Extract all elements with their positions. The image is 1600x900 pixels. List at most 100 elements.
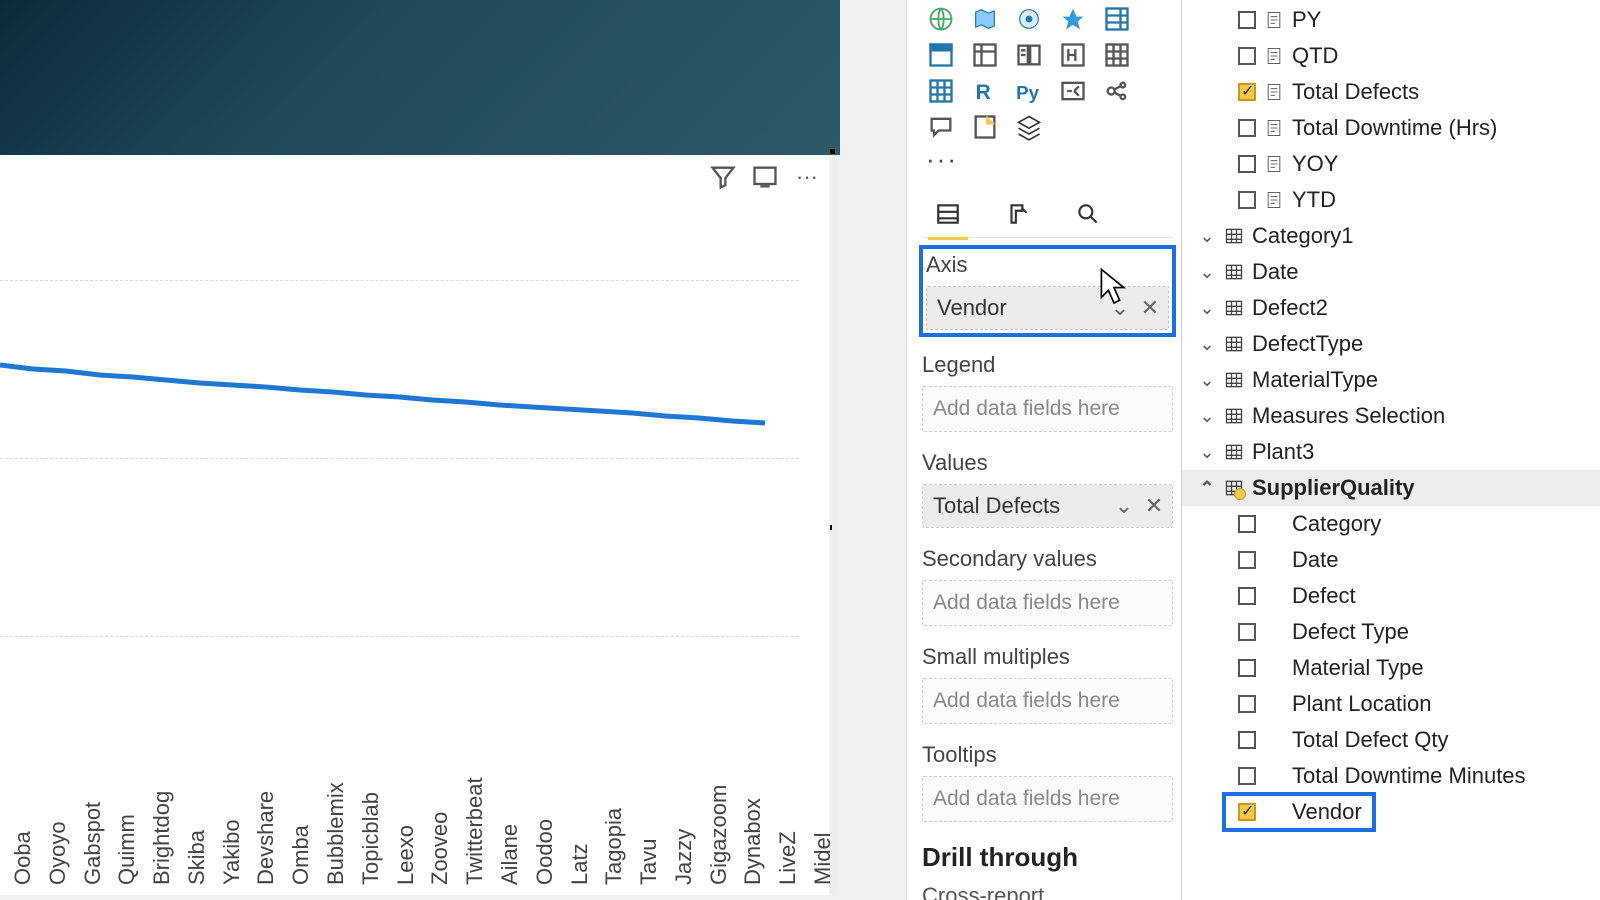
- field-item[interactable]: Category: [1182, 506, 1600, 542]
- field-label: Date: [1292, 547, 1338, 573]
- chevron-down-icon[interactable]: ⌄: [1114, 493, 1134, 519]
- globe-map-icon[interactable]: [922, 4, 960, 34]
- remove-field-icon[interactable]: ✕: [1144, 493, 1164, 519]
- checkbox[interactable]: [1238, 155, 1256, 173]
- checkbox[interactable]: [1238, 731, 1256, 749]
- more-visuals-ellipsis[interactable]: ···: [922, 142, 1173, 185]
- format-tab-icon[interactable]: [998, 197, 1038, 231]
- table-icon: [1224, 262, 1244, 282]
- axis-label: Axis: [926, 252, 1169, 278]
- fields-tab-icon[interactable]: [928, 197, 968, 231]
- paginated-report-icon[interactable]: [966, 112, 1004, 142]
- table-item[interactable]: ⌄ Defect2: [1182, 290, 1600, 326]
- values-field-chip[interactable]: Total Defects ⌄ ✕: [923, 485, 1172, 527]
- chevron-down-icon[interactable]: ⌄: [1198, 298, 1216, 319]
- axis-field-chip[interactable]: Vendor ⌄ ✕: [927, 287, 1168, 329]
- legend-field-well[interactable]: Legend Add data fields here: [922, 352, 1173, 432]
- legend-dropzone[interactable]: Add data fields here: [922, 386, 1173, 432]
- field-item[interactable]: Total Defects: [1182, 74, 1600, 110]
- analytics-tab-icon[interactable]: [1068, 197, 1108, 231]
- field-item[interactable]: Total Defect Qty: [1182, 722, 1600, 758]
- line-chart-visual[interactable]: ··· OobaOyoyoGabspotQuimmBrightdogSkibaY…: [0, 155, 829, 895]
- values-field-well[interactable]: Values Total Defects ⌄ ✕: [922, 450, 1173, 528]
- remove-field-icon[interactable]: ✕: [1140, 295, 1160, 321]
- chart-x-axis: OobaOyoyoGabspotQuimmBrightdogSkibaYakib…: [0, 755, 799, 885]
- chevron-down-icon[interactable]: ⌄: [1198, 262, 1216, 283]
- matrix-icon[interactable]: [1098, 4, 1136, 34]
- qa-visual-icon[interactable]: [922, 112, 960, 142]
- checkbox[interactable]: [1238, 623, 1256, 641]
- tooltips-dropzone[interactable]: Add data fields here: [922, 776, 1173, 822]
- secondary-values-field-well[interactable]: Secondary values Add data fields here: [922, 546, 1173, 626]
- cross-report-label: Cross-report: [922, 883, 1173, 900]
- checkbox[interactable]: [1238, 83, 1256, 101]
- focus-mode-icon[interactable]: [751, 163, 779, 191]
- checkbox[interactable]: [1238, 191, 1256, 209]
- chevron-down-icon[interactable]: ⌄: [1198, 370, 1216, 391]
- checkbox[interactable]: [1238, 515, 1256, 533]
- field-item-vendor[interactable]: Vendor: [1224, 794, 1374, 830]
- checkbox[interactable]: [1238, 119, 1256, 137]
- secondary-values-dropzone[interactable]: Add data fields here: [922, 580, 1173, 626]
- key-influencers-icon[interactable]: [1010, 40, 1048, 70]
- axis-field-well[interactable]: Axis Vendor ⌄ ✕: [922, 248, 1173, 334]
- decomposition-tree-icon[interactable]: [1054, 40, 1092, 70]
- field-item[interactable]: YTD: [1182, 182, 1600, 218]
- field-item[interactable]: Defect Type: [1182, 614, 1600, 650]
- table-icon: [1224, 478, 1244, 498]
- tooltips-field-well[interactable]: Tooltips Add data fields here: [922, 742, 1173, 822]
- checkbox[interactable]: [1238, 695, 1256, 713]
- chevron-down-icon[interactable]: ⌄: [1110, 295, 1130, 321]
- get-more-visuals-icon[interactable]: [1010, 112, 1048, 142]
- field-item[interactable]: Plant Location: [1182, 686, 1600, 722]
- table-icon[interactable]: [922, 40, 960, 70]
- table-item[interactable]: ⌄ Plant3: [1182, 434, 1600, 470]
- chevron-up-icon[interactable]: ⌃: [1198, 478, 1216, 499]
- matrix2-icon[interactable]: [922, 76, 960, 106]
- r-visual-icon[interactable]: [966, 40, 1004, 70]
- table-item[interactable]: ⌄ Measures Selection: [1182, 398, 1600, 434]
- resize-handle[interactable]: [830, 149, 835, 154]
- field-item[interactable]: QTD: [1182, 38, 1600, 74]
- checkbox[interactable]: [1238, 11, 1256, 29]
- table-item-supplierquality[interactable]: ⌃ SupplierQuality: [1182, 470, 1600, 506]
- chevron-down-icon[interactable]: ⌄: [1198, 406, 1216, 427]
- table2-icon[interactable]: [1098, 40, 1136, 70]
- chevron-down-icon[interactable]: ⌄: [1198, 226, 1216, 247]
- table-item[interactable]: ⌄ Date: [1182, 254, 1600, 290]
- chevron-down-icon[interactable]: ⌄: [1198, 442, 1216, 463]
- r-script-icon[interactable]: R: [966, 76, 1004, 106]
- field-item[interactable]: Date: [1182, 542, 1600, 578]
- shape-map-icon[interactable]: [1010, 4, 1048, 34]
- field-item[interactable]: Total Downtime Minutes: [1182, 758, 1600, 794]
- chevron-down-icon[interactable]: ⌄: [1198, 334, 1216, 355]
- visual-scrollbar[interactable]: [832, 155, 837, 895]
- checkbox[interactable]: [1238, 803, 1256, 821]
- field-item[interactable]: PY: [1182, 2, 1600, 38]
- filter-icon[interactable]: [709, 163, 737, 191]
- small-multiples-dropzone[interactable]: Add data fields here: [922, 678, 1173, 724]
- field-item[interactable]: Material Type: [1182, 650, 1600, 686]
- field-label: Total Downtime (Hrs): [1292, 115, 1497, 141]
- key-driver-icon[interactable]: [1054, 76, 1092, 106]
- table-item[interactable]: ⌄ Category1: [1182, 218, 1600, 254]
- field-item[interactable]: Defect: [1182, 578, 1600, 614]
- table-item[interactable]: ⌄ DefectType: [1182, 326, 1600, 362]
- smart-narrative-icon[interactable]: [1098, 76, 1136, 106]
- table-label: Date: [1252, 259, 1298, 285]
- checkbox[interactable]: [1238, 47, 1256, 65]
- checkbox[interactable]: [1238, 587, 1256, 605]
- field-item[interactable]: Total Downtime (Hrs): [1182, 110, 1600, 146]
- field-label: Defect Type: [1292, 619, 1409, 645]
- small-multiples-field-well[interactable]: Small multiples Add data fields here: [922, 644, 1173, 724]
- azure-map-icon[interactable]: [1054, 4, 1092, 34]
- field-item[interactable]: YOY: [1182, 146, 1600, 182]
- checkbox[interactable]: [1238, 659, 1256, 677]
- py-script-icon[interactable]: Py: [1010, 76, 1048, 106]
- more-options-icon[interactable]: ···: [793, 163, 821, 191]
- table-item[interactable]: ⌄ MaterialType: [1182, 362, 1600, 398]
- filled-map-icon[interactable]: [966, 4, 1004, 34]
- checkbox[interactable]: [1238, 767, 1256, 785]
- checkbox[interactable]: [1238, 551, 1256, 569]
- measure-icon: [1264, 118, 1284, 138]
